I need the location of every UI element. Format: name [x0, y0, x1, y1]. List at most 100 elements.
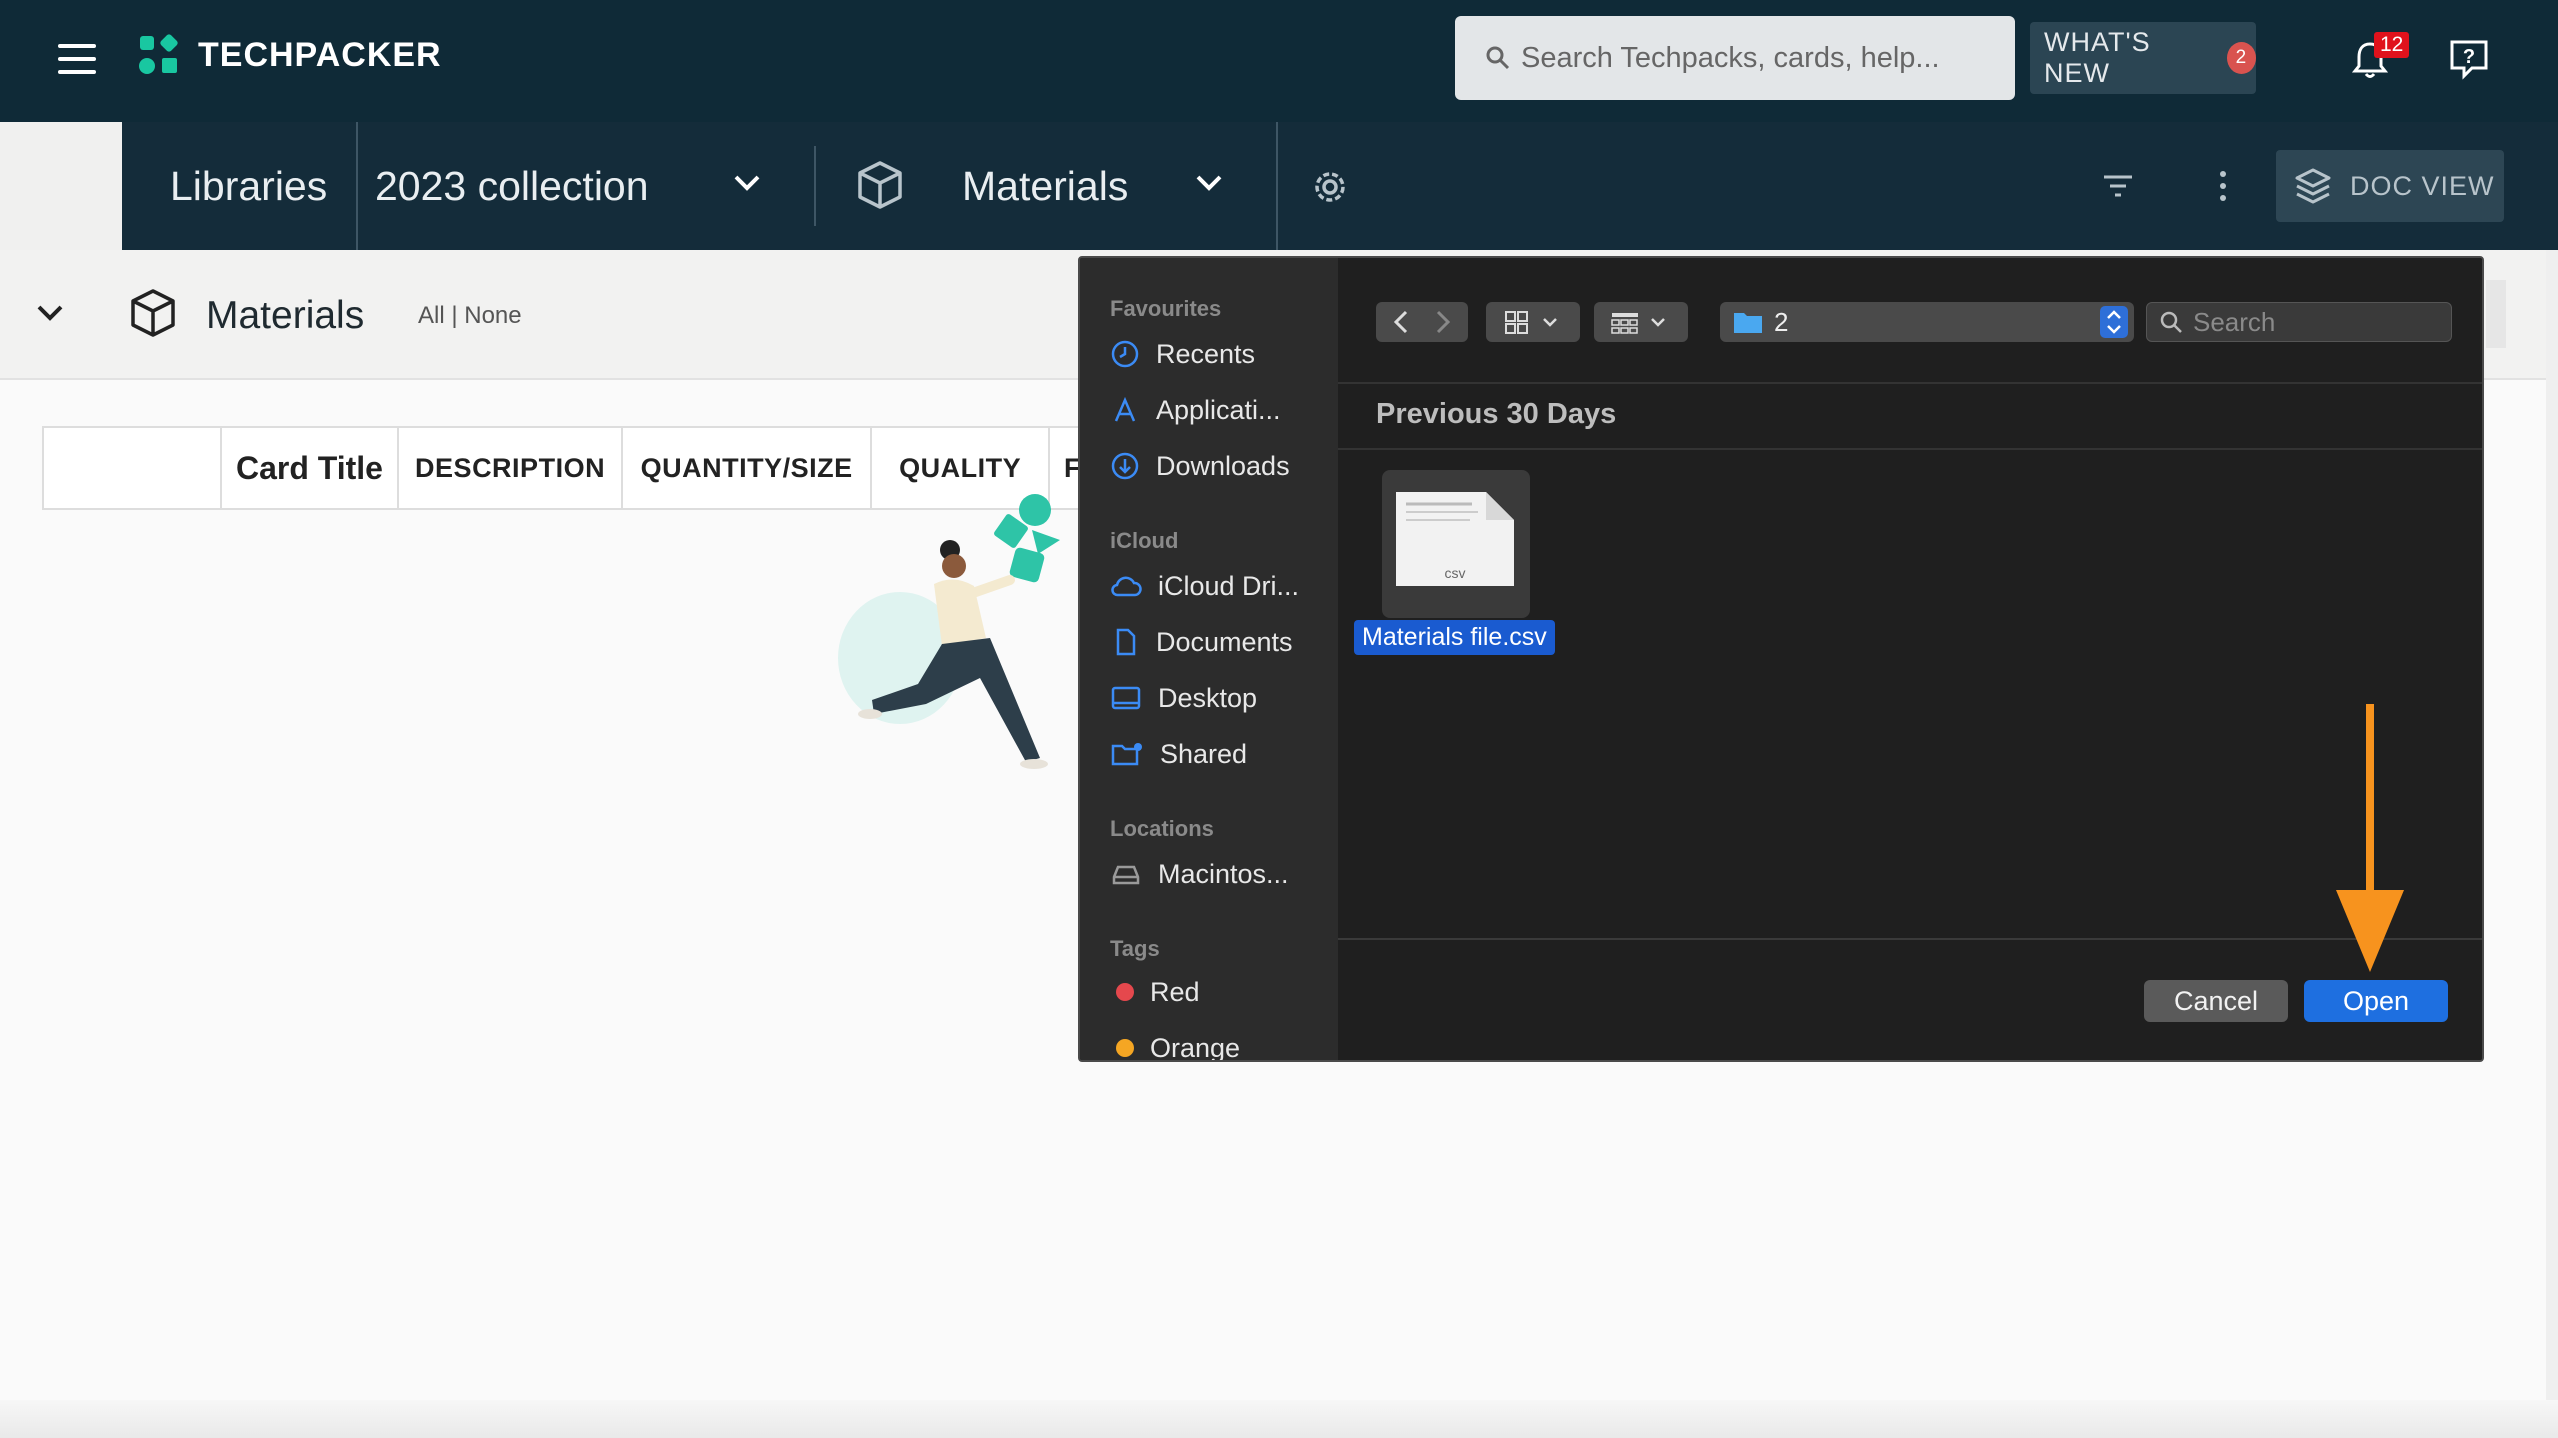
finder-search[interactable] [2146, 302, 2452, 342]
page-edge [2546, 250, 2558, 1438]
applications-icon [1114, 396, 1136, 422]
techpacker-logo-icon [139, 34, 178, 74]
whats-new-label: WHAT'S NEW [2044, 27, 2151, 88]
sidebar-item-macintosh-hd[interactable]: Macintos... [1110, 856, 1289, 892]
clock-icon [1111, 340, 1139, 368]
forward-arrow-icon[interactable] [1422, 304, 1462, 340]
sidebar-item-label: Downloads [1156, 450, 1290, 481]
sidebar-item-label: Orange [1150, 1032, 1241, 1062]
finder-search-input[interactable] [2193, 306, 2433, 338]
select-links: All | None [418, 302, 522, 330]
left-stub [0, 122, 122, 250]
file-name[interactable]: Materials file.csv [1354, 620, 1555, 655]
group-icon [1611, 313, 1665, 334]
chevron-down-icon[interactable] [1194, 172, 1224, 194]
global-search[interactable] [1455, 16, 2015, 100]
favourites-heading: Favourites [1110, 296, 1222, 321]
search-icon [2160, 311, 2182, 333]
sidebar-item-applications[interactable]: Applicati... [1110, 392, 1281, 428]
whats-new-badge: 2 [2226, 42, 2256, 74]
desktop-icon [1111, 686, 1141, 710]
open-button[interactable]: Open [2304, 980, 2448, 1022]
tag-dot-orange [1116, 1039, 1134, 1057]
finder-sidebar: Favourites Recents Applicati... Download… [1080, 258, 1338, 1062]
icloud-heading: iCloud [1110, 528, 1179, 553]
whats-new-button[interactable]: WHAT'S NEW 2 [2030, 22, 2256, 94]
section-title: Materials [206, 294, 365, 337]
file-ext-label: csv [1445, 565, 1466, 581]
sidebar-item-desktop[interactable]: Desktop [1110, 680, 1257, 716]
sidebar-item-label: Applicati... [1156, 394, 1281, 425]
svg-text:?: ? [2463, 46, 2475, 68]
current-folder-name: 2 [1774, 306, 1789, 337]
collection-selector[interactable]: 2023 collection [375, 163, 649, 210]
sidebar-tag-orange[interactable]: Orange [1110, 1030, 1241, 1062]
chevron-down-icon[interactable] [732, 172, 762, 194]
help-icon[interactable]: ? [2448, 38, 2490, 80]
column-header-card-title[interactable]: Card Title [222, 428, 400, 508]
file-thumbnail[interactable]: csv [1382, 470, 1530, 618]
sidebar-item-label: Shared [1160, 738, 1248, 769]
search-icon [1486, 46, 1510, 70]
select-all-link[interactable]: All [418, 302, 445, 329]
shared-folder-icon [1111, 743, 1142, 766]
sidebar-item-label: Documents [1156, 626, 1293, 657]
updown-arrows-icon [2100, 306, 2128, 338]
notification-badge: 12 [2374, 32, 2410, 58]
folder-path-popup[interactable]: 2 [1720, 302, 2134, 342]
doc-view-label: DOC VIEW [2350, 170, 2495, 201]
sidebar-item-documents[interactable]: Documents [1110, 624, 1293, 660]
section-selector[interactable]: Materials [962, 163, 1128, 210]
sidebar-item-label: Desktop [1158, 682, 1258, 713]
sidebar-item-icloud-drive[interactable]: iCloud Dri... [1110, 568, 1299, 604]
open-file-dialog: Favourites Recents Applicati... Download… [1078, 256, 2484, 1062]
column-header-select [44, 428, 222, 508]
divider [1338, 938, 2482, 940]
document-icon [1116, 628, 1136, 656]
search-input[interactable] [1521, 41, 2001, 75]
cancel-button[interactable]: Cancel [2144, 980, 2288, 1022]
cloud-icon [1111, 576, 1142, 597]
doc-view-button[interactable]: DOC VIEW [2276, 150, 2504, 222]
sidebar-item-recents[interactable]: Recents [1110, 336, 1255, 372]
view-mode-button[interactable] [1486, 302, 1580, 342]
cube-icon [131, 289, 175, 337]
sidebar-tag-red[interactable]: Red [1110, 974, 1200, 1010]
hard-drive-icon [1112, 865, 1140, 885]
group-title: Previous 30 Days [1376, 398, 1617, 430]
breadcrumb-libraries[interactable]: Libraries [170, 163, 327, 210]
cube-icon [858, 161, 902, 209]
column-header-description[interactable]: DESCRIPTION [399, 428, 623, 508]
locations-heading: Locations [1110, 816, 1214, 841]
divider [1338, 382, 2482, 384]
layers-icon [2295, 168, 2331, 204]
sidebar-item-downloads[interactable]: Downloads [1110, 448, 1290, 484]
sidebar-item-label: Red [1150, 976, 1200, 1007]
divider [814, 146, 816, 226]
annotation-arrow-icon [2336, 704, 2404, 972]
divider [1276, 122, 1278, 250]
sidebar-item-shared[interactable]: Shared [1110, 736, 1247, 772]
more-options-icon[interactable] [2218, 170, 2228, 202]
brand-name: TECHPACKER [198, 36, 442, 74]
empty-state-illustration [838, 494, 1060, 769]
collapsed-panel-edge [2486, 280, 2506, 348]
filter-icon[interactable] [2102, 173, 2134, 199]
group-by-button[interactable] [1594, 302, 1688, 342]
back-arrow-icon[interactable] [1382, 304, 1422, 340]
gear-icon[interactable] [1310, 167, 1350, 207]
folder-icon [1734, 313, 1762, 333]
collapse-chevron-icon[interactable] [36, 303, 64, 323]
grid-view-icon [1505, 311, 1557, 334]
select-none-link[interactable]: None [464, 302, 521, 329]
page-bottom-edge [0, 1400, 2558, 1438]
csv-file-icon: csv [1396, 492, 1514, 586]
finder-main-pane: 2 Previous 30 Days csv Materials file.cs… [1338, 258, 2482, 1060]
sidebar-item-label: Recents [1156, 338, 1256, 369]
divider [356, 122, 358, 250]
tag-dot-red [1116, 983, 1134, 1001]
sidebar-item-label: iCloud Dri... [1158, 570, 1300, 601]
back-forward-buttons [1376, 302, 1468, 342]
menu-icon[interactable] [58, 44, 96, 74]
select-separator: | [451, 302, 458, 329]
